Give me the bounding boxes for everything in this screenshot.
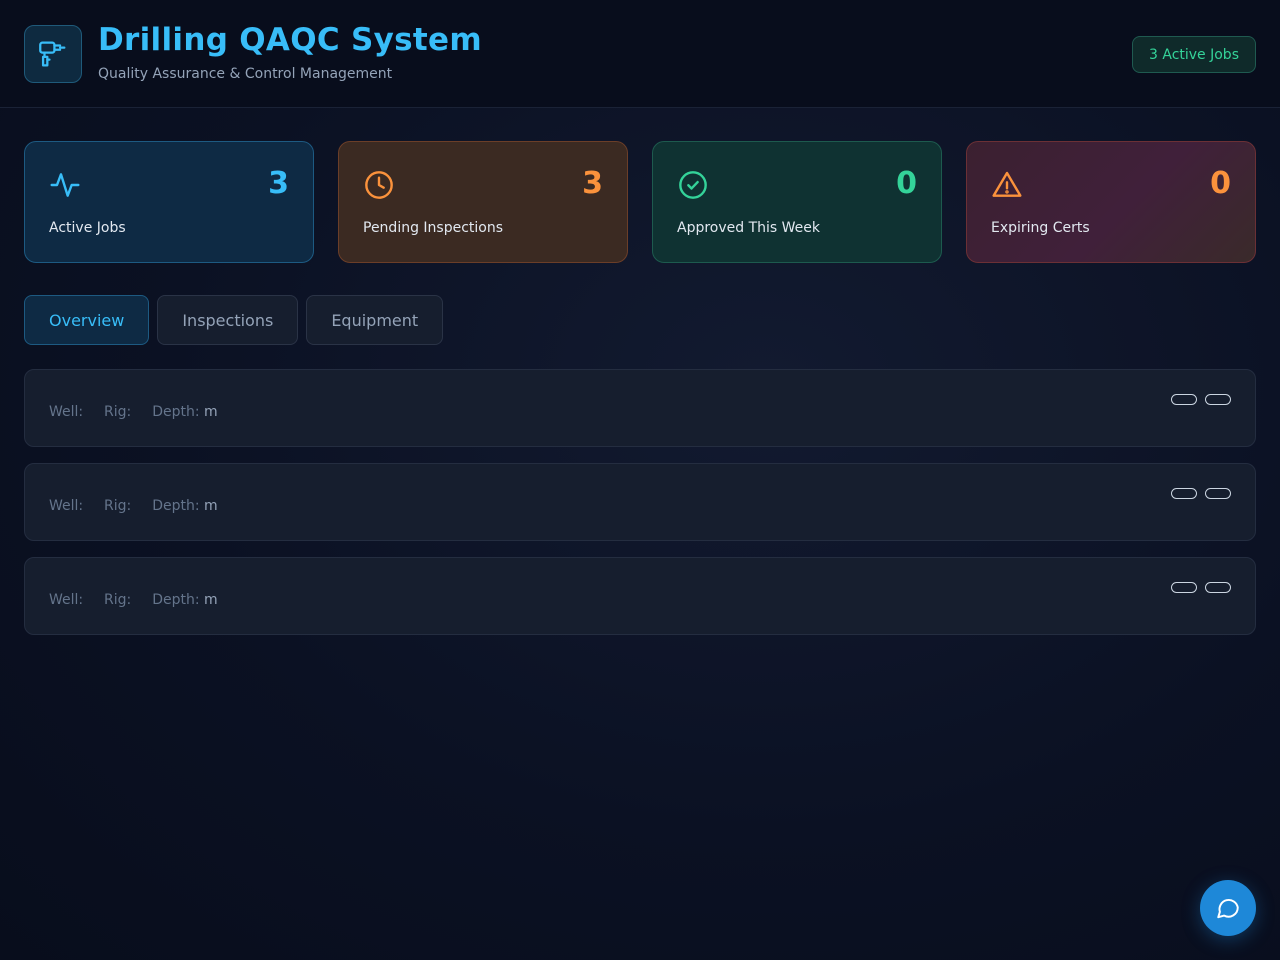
stat-value: 3 <box>582 166 603 201</box>
stat-value: 0 <box>896 166 917 201</box>
depth-label: Depth: <box>152 592 200 608</box>
chat-button[interactable] <box>1200 880 1256 936</box>
stat-label: Pending Inspections <box>363 220 504 236</box>
activity-icon <box>50 173 80 197</box>
stat-label: Expiring Certs <box>991 220 1090 236</box>
check-circle-icon <box>679 171 707 199</box>
job-card[interactable]: Well: Rig: Depth: m <box>24 557 1256 635</box>
well-label: Well: <box>49 498 84 514</box>
drill-icon <box>39 41 66 67</box>
job-card[interactable]: Well: Rig: Depth: m <box>24 369 1256 447</box>
app-subtitle: Quality Assurance & Control Management <box>98 66 393 82</box>
tab-equipment[interactable]: Equipment <box>306 295 444 345</box>
stat-card-expiring-certs: 0 Expiring Certs <box>966 141 1256 263</box>
depth-value: m <box>204 498 218 514</box>
well-label: Well: <box>49 592 84 608</box>
depth-value: m <box>204 404 218 420</box>
stat-label: Active Jobs <box>49 220 126 236</box>
job-meta: Well: Rig: Depth: m <box>49 404 218 420</box>
status-badge <box>1171 582 1197 593</box>
stat-label: Approved This Week <box>677 220 821 236</box>
app-title: Drilling QAQC System <box>98 22 482 58</box>
priority-badge <box>1205 394 1231 405</box>
alert-triangle-icon <box>992 171 1022 197</box>
status-badge <box>1171 394 1197 405</box>
priority-badge <box>1205 582 1231 593</box>
rig-label: Rig: <box>104 592 132 608</box>
rig-label: Rig: <box>104 498 132 514</box>
stat-card-approved-this-week: 0 Approved This Week <box>652 141 942 263</box>
job-list: Well: Rig: Depth: m Well: Rig: Depth: m … <box>24 369 1256 651</box>
active-jobs-badge: 3 Active Jobs <box>1132 36 1256 73</box>
main-tabs: Overview Inspections Equipment <box>24 295 444 345</box>
rig-label: Rig: <box>104 404 132 420</box>
tab-inspections[interactable]: Inspections <box>157 295 299 345</box>
tab-overview[interactable]: Overview <box>24 295 150 345</box>
clock-icon <box>365 171 393 199</box>
well-label: Well: <box>49 404 84 420</box>
job-card[interactable]: Well: Rig: Depth: m <box>24 463 1256 541</box>
job-meta: Well: Rig: Depth: m <box>49 592 218 608</box>
app-logo <box>24 25 82 83</box>
depth-label: Depth: <box>152 498 200 514</box>
stat-card-pending-inspections: 3 Pending Inspections <box>338 141 628 263</box>
depth-value: m <box>204 592 218 608</box>
depth-label: Depth: <box>152 404 200 420</box>
chat-icon <box>1217 898 1239 919</box>
app-header: Drilling QAQC System Quality Assurance &… <box>0 0 1280 108</box>
status-badge <box>1171 488 1197 499</box>
stat-value: 0 <box>1210 166 1231 201</box>
priority-badge <box>1205 488 1231 499</box>
job-meta: Well: Rig: Depth: m <box>49 498 218 514</box>
stat-card-active-jobs: 3 Active Jobs <box>24 141 314 263</box>
stat-value: 3 <box>268 166 289 201</box>
